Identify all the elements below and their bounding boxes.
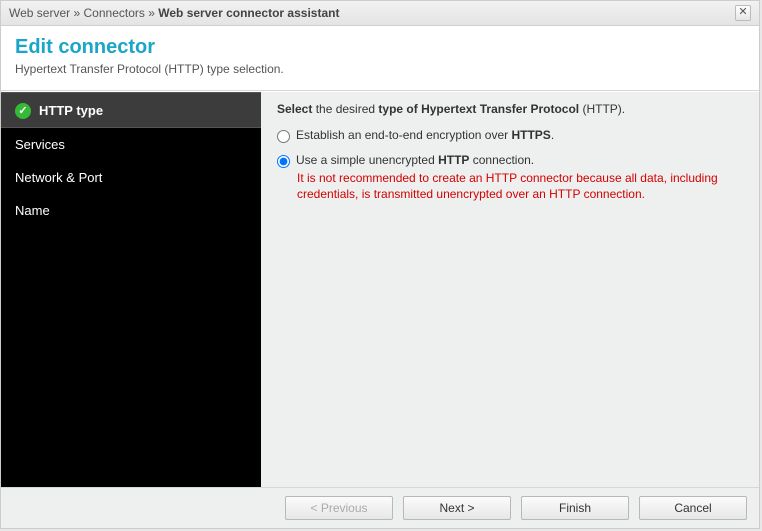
sidebar-item-label: Services	[15, 137, 65, 152]
previous-button: < Previous	[285, 496, 393, 520]
option-http[interactable]: Use a simple unencrypted HTTP connection…	[277, 153, 743, 168]
sidebar-item-label: Name	[15, 203, 50, 218]
option-https-label: Establish an end-to-end encryption over …	[296, 128, 554, 142]
breadcrumb-part-2[interactable]: Connectors	[84, 6, 145, 20]
option-https[interactable]: Establish an end-to-end encryption over …	[277, 128, 743, 143]
option-http-label: Use a simple unencrypted HTTP connection…	[296, 153, 534, 167]
next-button[interactable]: Next >	[403, 496, 511, 520]
wizard-sidebar: ✓ HTTP type ✓ Services ✓ Network & Port …	[1, 92, 261, 487]
breadcrumb-sep: »	[73, 6, 80, 20]
breadcrumb: Web server » Connectors » Web server con…	[9, 6, 339, 20]
finish-button[interactable]: Finish	[521, 496, 629, 520]
option-https-text-post: .	[551, 128, 554, 142]
option-http-text-pre: Use a simple unencrypted	[296, 153, 438, 167]
instruction-text-suffix: (HTTP).	[579, 102, 625, 116]
instruction-bold-1: Select	[277, 102, 312, 116]
instruction-text: Select the desired type of Hypertext Tra…	[277, 102, 743, 116]
breadcrumb-sep: »	[148, 6, 155, 20]
breadcrumb-part-3: Web server connector assistant	[158, 6, 339, 20]
http-warning: It is not recommended to create an HTTP …	[297, 170, 743, 202]
connector-dialog: Web server » Connectors » Web server con…	[0, 0, 760, 529]
option-http-text-post: connection.	[469, 153, 534, 167]
sidebar-item-http-type[interactable]: ✓ HTTP type	[1, 92, 261, 128]
radio-https[interactable]	[277, 130, 290, 143]
instruction-text-mid: the desired	[312, 102, 378, 116]
option-http-text-bold: HTTP	[438, 153, 469, 167]
page-title: Edit connector	[15, 36, 745, 59]
instruction-bold-2: type of Hypertext Transfer Protocol	[378, 102, 579, 116]
check-icon: ✓	[15, 103, 31, 119]
sidebar-item-network-port[interactable]: ✓ Network & Port	[1, 161, 261, 194]
page-subtitle: Hypertext Transfer Protocol (HTTP) type …	[15, 62, 745, 76]
sidebar-item-label: Network & Port	[15, 170, 102, 185]
option-https-text-pre: Establish an end-to-end encryption over	[296, 128, 511, 142]
radio-http[interactable]	[277, 155, 290, 168]
breadcrumb-part-1[interactable]: Web server	[9, 6, 70, 20]
wizard-content: Select the desired type of Hypertext Tra…	[261, 92, 759, 487]
option-https-text-bold: HTTPS	[511, 128, 550, 142]
sidebar-item-label: HTTP type	[39, 103, 103, 118]
breadcrumb-bar: Web server » Connectors » Web server con…	[1, 1, 759, 26]
cancel-button[interactable]: Cancel	[639, 496, 747, 520]
dialog-header: Edit connector Hypertext Transfer Protoc…	[1, 26, 759, 91]
close-icon[interactable]: ✕	[735, 5, 751, 21]
sidebar-item-name[interactable]: ✓ Name	[1, 194, 261, 227]
dialog-body: ✓ HTTP type ✓ Services ✓ Network & Port …	[1, 91, 759, 487]
dialog-footer: < Previous Next > Finish Cancel	[1, 487, 759, 528]
sidebar-item-services[interactable]: ✓ Services	[1, 128, 261, 161]
